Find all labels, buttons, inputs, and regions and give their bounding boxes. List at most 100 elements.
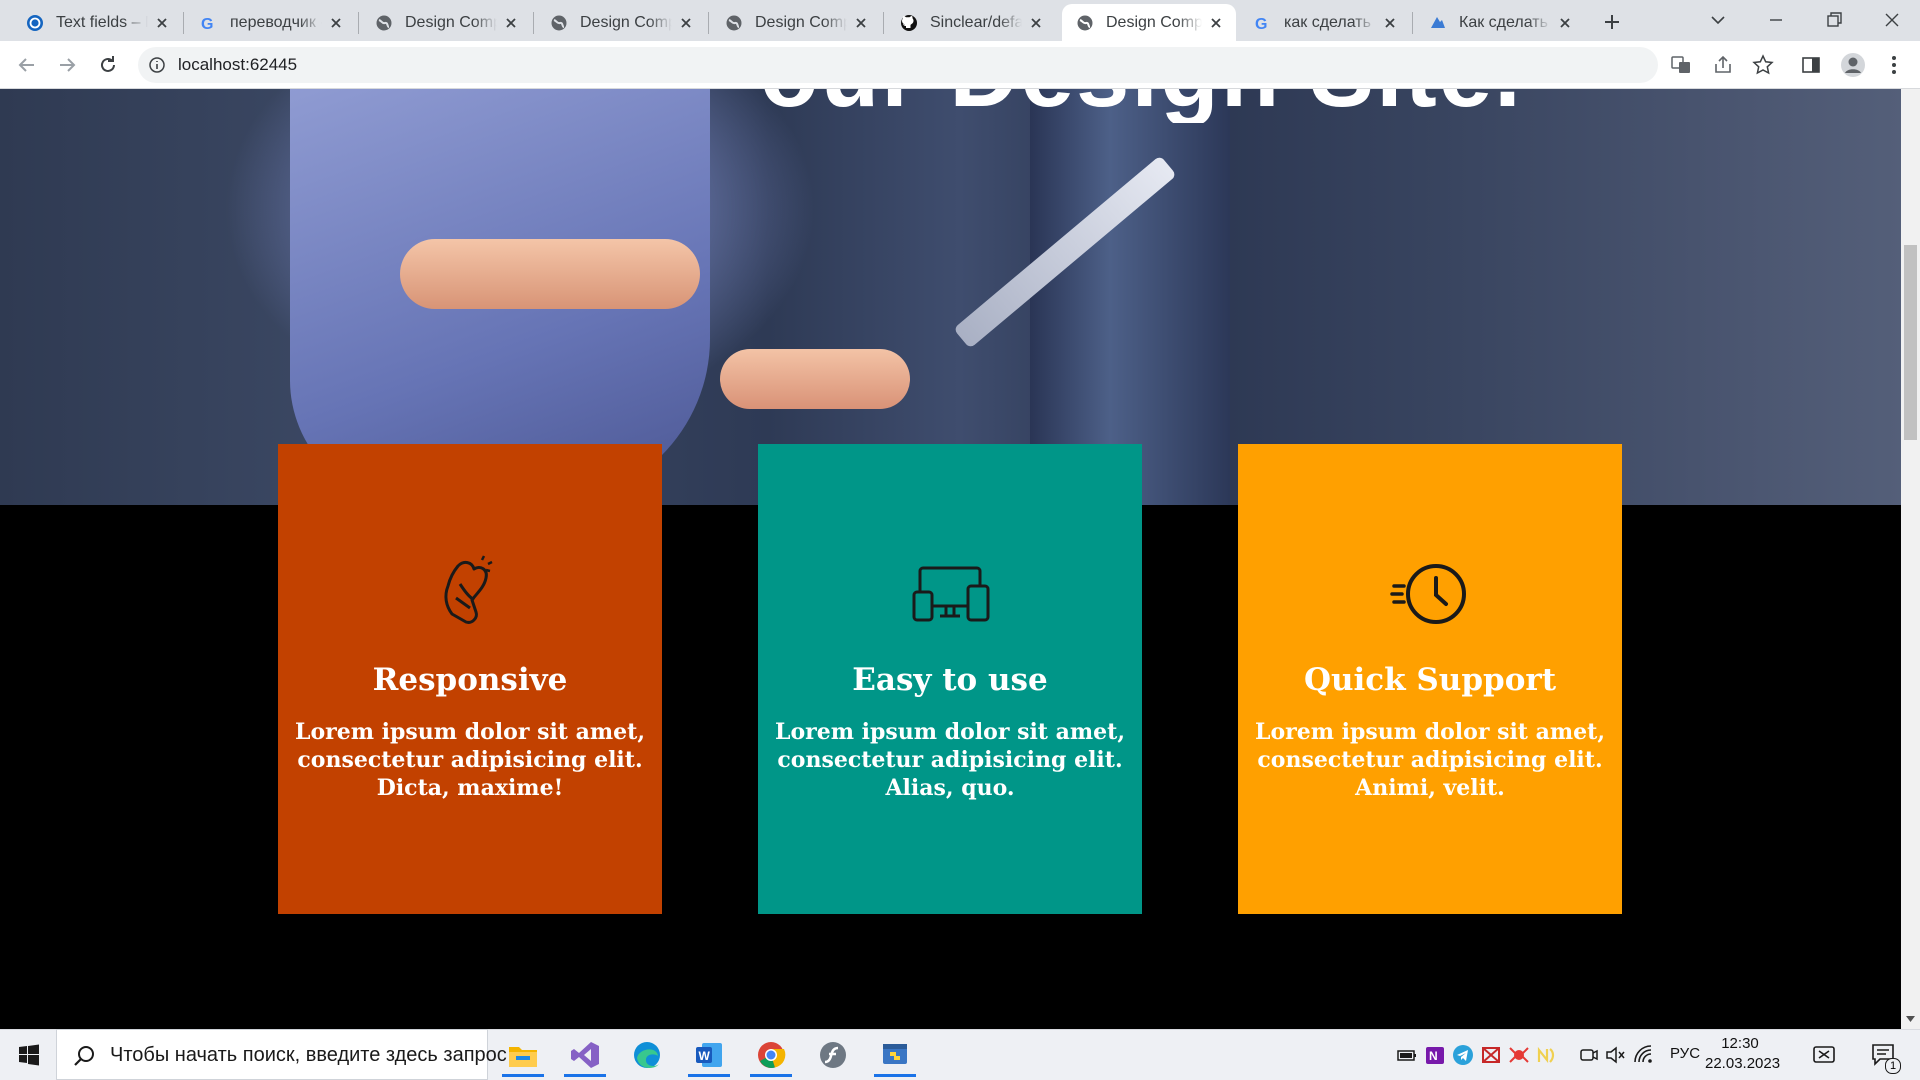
- tab-title: Design Company: [580, 13, 672, 31]
- tab-scroll-article[interactable]: Как сделать скролл: [1415, 4, 1585, 41]
- tab-divider: [708, 12, 709, 34]
- minimize-icon[interactable]: [1764, 8, 1788, 32]
- scrollbar-thumb[interactable]: [1904, 245, 1917, 440]
- taskbar-app-edge[interactable]: [620, 1033, 674, 1077]
- card-title: Easy to use: [852, 662, 1048, 698]
- side-panel-icon[interactable]: [1800, 54, 1822, 76]
- edge-icon: [634, 1042, 660, 1068]
- onenote-icon[interactable]: N: [1424, 1044, 1446, 1066]
- nvidia-icon[interactable]: [1536, 1044, 1558, 1066]
- taskbar-app-chrome[interactable]: [744, 1033, 798, 1077]
- taskbar-clock[interactable]: 12:30 22.03.2023: [1705, 1034, 1781, 1074]
- share-icon[interactable]: [1712, 54, 1734, 76]
- active-app-indicator: [502, 1074, 544, 1077]
- url-text[interactable]: localhost:62445: [178, 53, 297, 77]
- tab-design-company-3[interactable]: Design Company: [711, 4, 881, 41]
- telegram-icon[interactable]: [1452, 1044, 1474, 1066]
- globe-icon: [726, 15, 742, 30]
- tab-github[interactable]: Sinclear/default: [886, 4, 1056, 41]
- card-title: Responsive: [372, 662, 568, 698]
- hero-pillar: [1030, 89, 1230, 505]
- python-icon: [883, 1044, 907, 1064]
- google-icon: G: [1255, 16, 1267, 32]
- close-tab-icon[interactable]: [1557, 15, 1573, 31]
- close-tab-icon[interactable]: [678, 15, 694, 31]
- tab-search-icon[interactable]: [1708, 10, 1728, 30]
- input-language[interactable]: РУС: [1670, 1045, 1700, 1062]
- bookmark-star-icon[interactable]: [1752, 54, 1774, 76]
- tab-divider: [183, 12, 184, 34]
- scroll-down-arrow-icon[interactable]: [1904, 1012, 1917, 1026]
- close-tab-icon[interactable]: [1382, 15, 1398, 31]
- clock-icon: [1390, 564, 1466, 624]
- tab-design-company-1[interactable]: Design Company: [361, 4, 531, 41]
- tab-title: как сделать скролл: [1284, 13, 1376, 31]
- volume-muted-icon[interactable]: [1604, 1044, 1626, 1066]
- tab-title: Design Company: [1106, 13, 1202, 31]
- reload-icon[interactable]: [96, 53, 120, 77]
- wifi-icon[interactable]: [1632, 1044, 1654, 1066]
- tab-divider: [883, 12, 884, 34]
- card-text: Lorem ipsum dolor sit amet, consectetur …: [295, 719, 645, 801]
- clock-date: 22.03.2023: [1705, 1055, 1781, 1072]
- close-window-icon[interactable]: [1880, 8, 1904, 32]
- tab-design-company-active[interactable]: Design Company: [1062, 4, 1236, 41]
- menu-dots-icon[interactable]: [1884, 54, 1904, 76]
- feature-card-quick-support: Quick Support Lorem ipsum dolor sit amet…: [1238, 444, 1622, 914]
- search-icon: [74, 1046, 94, 1066]
- translate-icon[interactable]: [1670, 54, 1692, 76]
- globe-icon: [551, 15, 567, 30]
- keyboard-ime-icon[interactable]: [1812, 1044, 1836, 1066]
- taskbar-app-explorer[interactable]: [496, 1033, 550, 1077]
- close-tab-icon[interactable]: [853, 15, 869, 31]
- tab-title: Text fields – Material: [56, 13, 148, 31]
- tab-divider: [1412, 12, 1413, 34]
- taskbar-app-python[interactable]: [868, 1033, 922, 1077]
- taskbar-app-word[interactable]: W: [682, 1033, 736, 1077]
- card-text: Lorem ipsum dolor sit amet, consectetur …: [775, 719, 1125, 801]
- taskbar-app-flash[interactable]: [806, 1033, 860, 1077]
- material-icon: [27, 14, 43, 31]
- meet-now-icon[interactable]: [1578, 1044, 1600, 1066]
- svg-text:G: G: [201, 16, 213, 32]
- taskbar-search-placeholder: Чтобы начать поиск, введите здесь запрос: [110, 1044, 507, 1066]
- file-explorer-icon: [509, 1047, 537, 1067]
- devices-icon: [912, 566, 990, 622]
- close-tab-icon[interactable]: [503, 15, 519, 31]
- flash-player-icon: [820, 1042, 846, 1068]
- network-blocked-icon[interactable]: [1480, 1044, 1502, 1066]
- address-bar[interactable]: [138, 47, 1658, 83]
- tab-scroll-search[interactable]: G как сделать скролл: [1240, 4, 1410, 41]
- tab-divider: [358, 12, 359, 34]
- tab-title: Design Company: [755, 13, 847, 31]
- hero-hands: [720, 349, 910, 409]
- close-tab-icon[interactable]: [1208, 15, 1224, 31]
- back-icon[interactable]: [15, 53, 39, 77]
- battery-icon[interactable]: [1396, 1044, 1418, 1066]
- site-info-icon[interactable]: [148, 56, 166, 74]
- tab-translator-search[interactable]: G переводчик - Поиск: [186, 4, 356, 41]
- google-icon: G: [201, 16, 213, 32]
- active-app-indicator: [688, 1074, 730, 1077]
- antivirus-icon[interactable]: [1508, 1044, 1530, 1066]
- close-tab-icon[interactable]: [1028, 15, 1044, 31]
- svg-text:G: G: [1255, 16, 1267, 32]
- tab-title: Как сделать скролл: [1459, 13, 1551, 31]
- close-tab-icon[interactable]: [154, 15, 170, 31]
- svg-text:N: N: [1429, 1049, 1438, 1063]
- page-scrollbar[interactable]: [1901, 89, 1920, 1029]
- restore-icon[interactable]: [1822, 8, 1846, 32]
- heart-hand-icon: [444, 555, 493, 624]
- tab-design-company-2[interactable]: Design Company: [536, 4, 706, 41]
- profile-avatar-icon[interactable]: [1840, 52, 1866, 78]
- forward-icon[interactable]: [55, 53, 79, 77]
- windows-start-icon[interactable]: [18, 1044, 40, 1066]
- chrome-icon: [758, 1042, 786, 1068]
- close-tab-icon[interactable]: [328, 15, 344, 31]
- tab-title: переводчик - Поиск: [230, 13, 322, 31]
- tab-text-fields[interactable]: Text fields – Material: [12, 4, 182, 41]
- active-app-indicator: [564, 1074, 606, 1077]
- taskbar-app-visual-studio[interactable]: [558, 1033, 612, 1077]
- card-text: Lorem ipsum dolor sit amet, consectetur …: [1255, 719, 1605, 801]
- new-tab-icon[interactable]: [1600, 10, 1624, 34]
